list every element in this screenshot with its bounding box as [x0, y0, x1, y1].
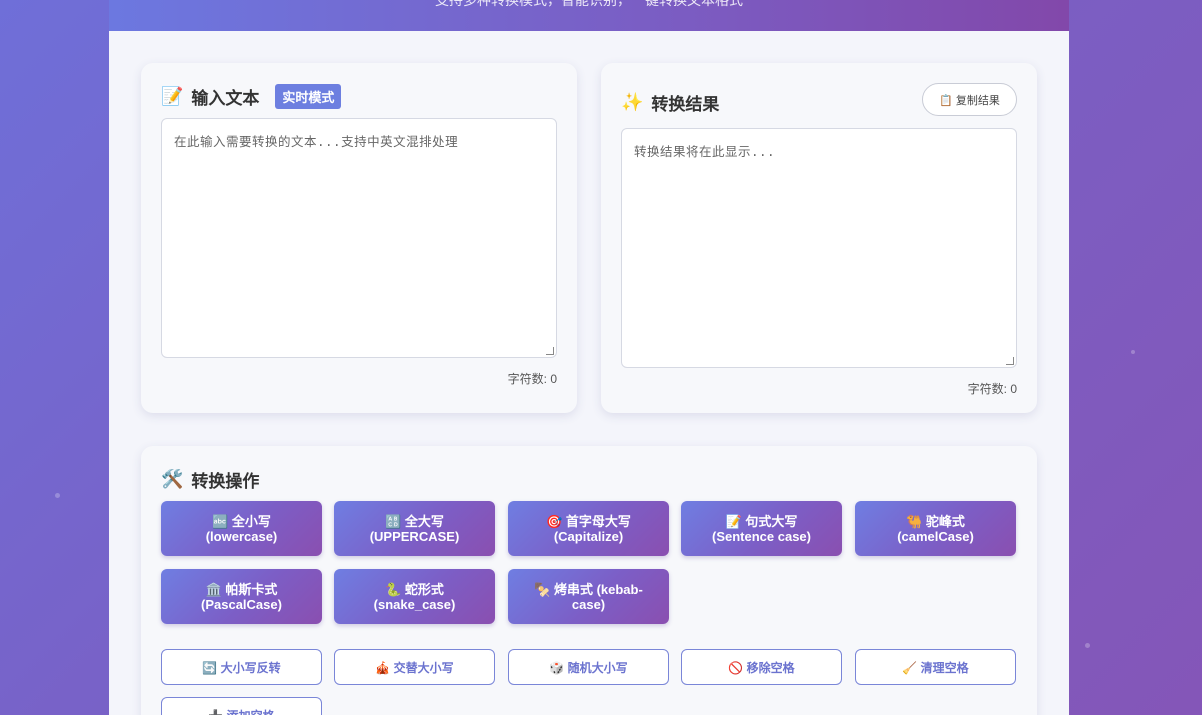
- memo-icon: 📝: [161, 86, 184, 106]
- lowercase-button[interactable]: 🔤 全小写 (lowercase): [161, 501, 322, 556]
- pascal-case-button[interactable]: 🏛️ 帕斯卡式 (PascalCase): [161, 569, 322, 624]
- button-label: 📝 句式大写: [725, 513, 798, 529]
- copy-result-button[interactable]: 📋 复制结果: [922, 83, 1017, 116]
- button-sublabel: case): [571, 596, 606, 612]
- sparkles-icon: ✨: [621, 92, 644, 112]
- result-textarea[interactable]: 转换结果将在此显示...: [621, 128, 1017, 368]
- button-label: 🔠 全大写: [385, 513, 444, 529]
- input-placeholder: 在此输入需要转换的文本...支持中英文混排处理: [174, 134, 459, 149]
- invert-case-button[interactable]: 🔄 大小写反转: [161, 649, 322, 685]
- button-label: 🔤 全小写: [212, 513, 271, 529]
- button-label: 🏛️ 帕斯卡式: [205, 581, 278, 597]
- tools-icon: 🛠️: [161, 469, 184, 489]
- button-label: 🐍 蛇形式: [385, 581, 444, 597]
- resize-handle[interactable]: [1006, 357, 1014, 365]
- button-label: 🎯 首字母大写: [546, 513, 631, 529]
- resize-handle[interactable]: [546, 347, 554, 355]
- button-sublabel: (PascalCase): [201, 596, 282, 612]
- uppercase-button[interactable]: 🔠 全大写 (UPPERCASE): [334, 501, 495, 556]
- snake-case-button[interactable]: 🐍 蛇形式 (snake_case): [334, 569, 495, 624]
- result-panel-title: ✨ 转换结果: [621, 90, 719, 115]
- camel-case-button[interactable]: 🐫 驼峰式 (camelCase): [855, 501, 1016, 556]
- operations-panel: 🛠️ 转换操作 🔤 全小写 (lowercase) 🔠 全大写 (UPPERCA…: [141, 446, 1037, 715]
- header: 支持多种转换模式，智能识别，一键转换文本格式: [109, 0, 1069, 31]
- input-panel-title: 📝 输入文本 实时模式: [161, 84, 342, 109]
- button-sublabel: (lowercase): [205, 528, 278, 544]
- random-case-button[interactable]: 🎲 随机大小写: [508, 649, 669, 685]
- input-char-count: 字符数: 0: [507, 372, 557, 386]
- button-sublabel: (camelCase): [897, 528, 974, 544]
- operations-panel-title: 🛠️ 转换操作: [161, 467, 259, 492]
- capitalize-button[interactable]: 🎯 首字母大写 (Capitalize): [508, 501, 669, 556]
- input-textarea[interactable]: 在此输入需要转换的文本...支持中英文混排处理: [161, 118, 557, 358]
- result-panel: ✨ 转换结果 📋 复制结果 转换结果将在此显示... 字符数: 0: [601, 63, 1037, 413]
- result-char-count: 字符数: 0: [967, 382, 1017, 396]
- kebab-case-button[interactable]: 🍢 烤串式 (kebab- case): [508, 569, 669, 624]
- button-sublabel: (UPPERCASE): [369, 528, 460, 544]
- input-title-text: 输入文本: [191, 89, 260, 108]
- button-sublabel: (snake_case): [373, 596, 456, 612]
- remove-spaces-button[interactable]: 🚫 移除空格: [681, 649, 842, 685]
- input-panel: 📝 输入文本 实时模式 在此输入需要转换的文本...支持中英文混排处理 字符数:…: [141, 63, 577, 413]
- clean-spaces-button[interactable]: 🧹 清理空格: [855, 649, 1016, 685]
- button-label: 🐫 驼峰式: [906, 513, 965, 529]
- button-label: 🍢 烤串式 (kebab-: [534, 581, 643, 597]
- button-sublabel: (Sentence case): [712, 528, 811, 544]
- header-subtitle: 支持多种转换模式，智能识别，一键转换文本格式: [435, 0, 743, 8]
- result-placeholder: 转换结果将在此显示...: [634, 144, 776, 159]
- operations-title-text: 转换操作: [191, 472, 260, 491]
- result-title-text: 转换结果: [651, 95, 720, 114]
- realtime-badge: 实时模式: [275, 84, 342, 109]
- sentence-case-button[interactable]: 📝 句式大写 (Sentence case): [681, 501, 842, 556]
- app-container: 支持多种转换模式，智能识别，一键转换文本格式 📝 输入文本 实时模式 在此输入需…: [109, 0, 1069, 715]
- alternate-case-button[interactable]: 🎪 交替大小写: [334, 649, 495, 685]
- add-spaces-button[interactable]: ➕ 添加空格: [161, 697, 322, 715]
- button-sublabel: (Capitalize): [553, 528, 624, 544]
